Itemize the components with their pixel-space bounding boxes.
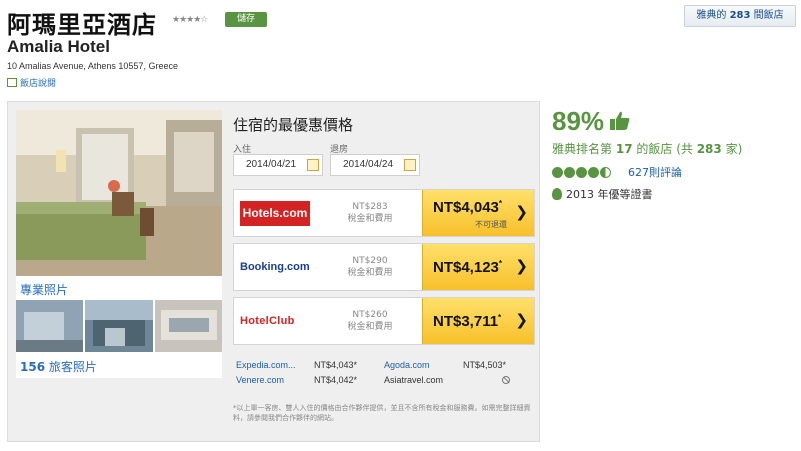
guest-photo-3[interactable] xyxy=(154,300,222,352)
rank-total: 283 xyxy=(696,142,722,156)
offer-row-hotels[interactable]: Hotels.com NT$283 稅金和費用 NT$4,043* ❯ 不可退還 xyxy=(233,189,535,237)
rating-bubble-icon xyxy=(564,167,575,179)
checkin-date-value: 2014/04/21 xyxy=(246,159,297,170)
other-offer-price: NT$4,042* xyxy=(314,375,358,385)
checkout-date-field[interactable]: 2014/04/24 xyxy=(330,154,420,176)
non-refundable-note: 不可退還 xyxy=(475,220,507,229)
other-offer-expedia[interactable]: Expedia.com... xyxy=(236,360,296,370)
city-rank[interactable]: 雅典排名第 17 的飯店 (共 283 家) xyxy=(552,140,742,157)
award-label: 2013 年優等證書 xyxy=(566,188,653,201)
rank-number: 17 xyxy=(615,142,633,156)
view-deal-button[interactable]: NT$4,123* ❯ xyxy=(422,244,534,290)
offer-price: NT$3,711 xyxy=(433,313,499,330)
booking-com-logo: Booking.com xyxy=(240,261,310,273)
bubble-rating xyxy=(552,164,612,182)
offer-tax: NT$283 稅金和費用 xyxy=(344,201,396,225)
reviews-link[interactable]: 627則評論 xyxy=(628,164,682,180)
city-hotels-button[interactable]: 雅典的 283 間飯店 xyxy=(684,5,796,27)
save-button[interactable]: 儲存 xyxy=(225,12,267,27)
offer-row-hotelclub[interactable]: HotelClub NT$260 稅金和費用 NT$3,711* ❯ xyxy=(233,297,535,345)
offer-price: NT$4,123 xyxy=(433,259,499,276)
other-offer-asiatravel: Asiatravel.com xyxy=(384,375,444,385)
pencil-icon xyxy=(7,78,17,87)
guest-photos-link[interactable]: 156 旅客照片 xyxy=(16,352,222,378)
chevron-right-icon: ❯ xyxy=(515,258,528,275)
city-hotels-prefix: 雅典的 xyxy=(696,10,727,21)
pro-photos-link[interactable]: 專業照片 xyxy=(16,276,222,300)
city-hotels-count: 283 xyxy=(729,10,751,21)
offer-tax-note: 稅金和費用 xyxy=(347,322,393,332)
hotels-com-logo: Hotels.com xyxy=(240,201,310,226)
chevron-right-icon: ❯ xyxy=(515,204,528,221)
recommend-score: 89% xyxy=(552,106,605,136)
city-hotels-suffix: 間飯店 xyxy=(753,10,784,21)
guest-photo-2[interactable] xyxy=(85,300,153,352)
guest-photo-strip xyxy=(16,300,222,352)
hotelclub-logo: HotelClub xyxy=(240,315,295,327)
hotel-address: 10 Amalias Avenue, Athens 10557, Greece xyxy=(7,61,178,71)
calendar-icon[interactable] xyxy=(307,159,319,171)
booking-panel: 專業照片 156 旅客照片 住宿的最優惠價格 入住 退房 2014/04/21 … xyxy=(7,101,540,442)
write-review-link[interactable]: 飯店說閱 xyxy=(7,76,56,89)
rank-middle: 的飯店 (共 xyxy=(636,142,693,156)
other-offer-agoda[interactable]: Agoda.com xyxy=(384,360,430,370)
offer-tax-amount: NT$260 xyxy=(352,310,388,320)
hotel-english-name: Amalia Hotel xyxy=(7,37,110,56)
hotel-main-photo[interactable] xyxy=(16,110,222,276)
rank-suffix: 家) xyxy=(725,142,743,156)
view-deal-button[interactable]: NT$3,711* ❯ xyxy=(422,298,534,344)
offer-tax-note: 稅金和費用 xyxy=(347,214,393,224)
guest-photos-count: 156 xyxy=(20,360,46,374)
rating-half-bubble-icon xyxy=(600,167,611,179)
certificate-of-excellence: 2013 年優等證書 xyxy=(552,186,653,202)
award-icon xyxy=(552,188,562,200)
calendar-icon[interactable] xyxy=(404,159,416,171)
star-rating: ★★★★☆ xyxy=(172,14,208,24)
best-price-heading: 住宿的最優惠價格 xyxy=(233,116,354,134)
rating-bubble-icon xyxy=(588,167,599,179)
offer-tax-amount: NT$290 xyxy=(352,256,388,266)
other-offer-price: NT$4,503* xyxy=(463,360,507,370)
rating-bubble-icon xyxy=(552,167,563,179)
offer-row-booking[interactable]: Booking.com NT$290 稅金和費用 NT$4,123* ❯ xyxy=(233,243,535,291)
write-review-label: 飯店說閱 xyxy=(20,79,57,89)
hotel-title: 阿瑪里亞酒店 xyxy=(7,11,157,39)
guest-photo-1[interactable] xyxy=(16,300,84,352)
offer-price: NT$4,043 xyxy=(433,199,499,216)
offer-tax: NT$260 稅金和費用 xyxy=(344,309,396,333)
offer-tax-amount: NT$283 xyxy=(352,202,388,212)
offer-tax-note: 稅金和費用 xyxy=(347,268,393,278)
chevron-right-icon: ❯ xyxy=(515,312,528,329)
checkin-date-field[interactable]: 2014/04/21 xyxy=(233,154,323,176)
save-label: 儲存 xyxy=(236,14,255,24)
rank-prefix: 雅典排名第 xyxy=(552,142,613,156)
other-offer-price: NT$4,043* xyxy=(314,360,358,370)
checkout-date-value: 2014/04/24 xyxy=(343,159,394,170)
price-disclaimer: *以上單一客房、雙人入住的價格由合作夥伴提供，並且不含所有稅金和服務費。如需完整… xyxy=(233,404,531,422)
other-offer-venere[interactable]: Venere.com xyxy=(236,375,284,385)
guest-photos-label: 旅客照片 xyxy=(48,360,97,374)
offer-tax: NT$290 稅金和費用 xyxy=(344,255,396,279)
thumbs-up-icon xyxy=(610,111,630,130)
unavailable-icon xyxy=(502,376,510,384)
rating-bubble-icon xyxy=(576,167,587,179)
view-deal-button[interactable]: NT$4,043* ❯ 不可退還 xyxy=(422,190,534,236)
